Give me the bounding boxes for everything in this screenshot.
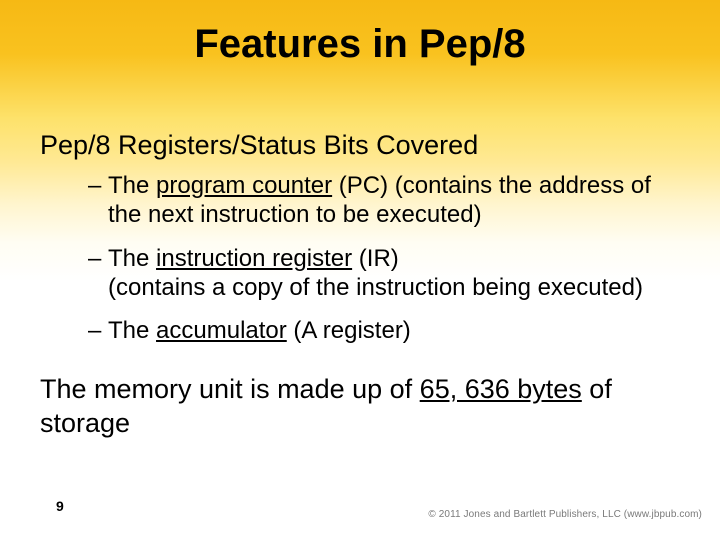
bullet-item: –The accumulator (A register) <box>40 316 680 345</box>
bullet-text-pre: The <box>108 245 156 272</box>
subheading: Pep/8 Registers/Status Bits Covered <box>40 130 680 161</box>
slide-title: Features in Pep/8 <box>0 22 720 67</box>
bullet-dash-icon: – <box>88 244 108 273</box>
bullet-text-pre: The <box>108 317 156 344</box>
para-text-pre: The memory unit is made up of <box>40 374 420 404</box>
para-text-underlined: 65, 636 bytes <box>420 374 582 404</box>
bullet-text-pre: The <box>108 172 156 199</box>
bullet-text-post: (A register) <box>287 317 411 344</box>
slide-body: Pep/8 Registers/Status Bits Covered –The… <box>40 130 680 441</box>
copyright-text: © 2011 Jones and Bartlett Publishers, LL… <box>428 509 702 520</box>
bullet-text-underlined: accumulator <box>156 317 287 344</box>
bullet-text-underlined: instruction register <box>156 245 352 272</box>
bullet-text-underlined: program counter <box>156 172 332 199</box>
bullet-item: –The instruction register (IR) (contains… <box>40 244 680 303</box>
page-number: 9 <box>56 498 64 514</box>
bullet-dash-icon: – <box>88 171 108 200</box>
slide: Features in Pep/8 Pep/8 Registers/Status… <box>0 0 720 540</box>
bullet-dash-icon: – <box>88 316 108 345</box>
bullet-item: –The program counter (PC) (contains the … <box>40 171 680 230</box>
paragraph: The memory unit is made up of 65, 636 by… <box>40 373 680 441</box>
